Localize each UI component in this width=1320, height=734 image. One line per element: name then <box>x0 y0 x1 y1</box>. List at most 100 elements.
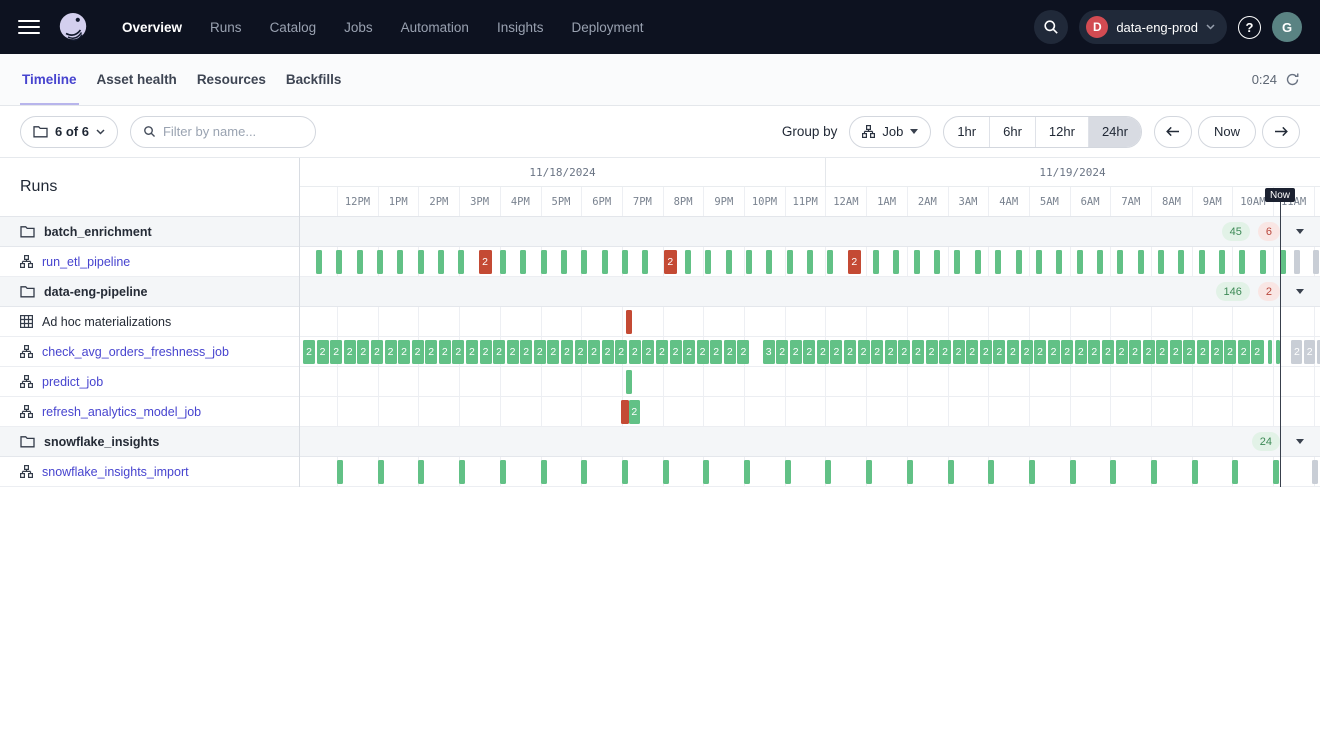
menu-icon[interactable] <box>18 20 40 34</box>
job-row-snowflake-insights-import[interactable]: snowflake_insights_import <box>0 457 299 487</box>
job-row-ad-hoc-materializations[interactable]: Ad hoc materializations <box>0 307 299 337</box>
run-bar-success[interactable] <box>907 460 913 484</box>
row-label[interactable]: snowflake_insights_import <box>42 465 189 479</box>
run-bar-success[interactable] <box>397 250 403 274</box>
run-bar-success[interactable]: 2 <box>439 340 451 364</box>
run-bar-success[interactable] <box>626 370 632 394</box>
run-bar-success[interactable]: 2 <box>642 340 654 364</box>
refresh-icon[interactable] <box>1285 72 1300 87</box>
group-row-data-eng-pipeline[interactable]: data-eng-pipeline <box>0 277 299 307</box>
run-bar-success[interactable]: 2 <box>615 340 627 364</box>
run-bar-success[interactable]: 2 <box>1224 340 1236 364</box>
run-bar-success[interactable] <box>378 460 384 484</box>
run-bar-success[interactable]: 2 <box>790 340 802 364</box>
run-bar-success[interactable]: 2 <box>398 340 410 364</box>
run-bar-queued[interactable] <box>1294 250 1300 274</box>
run-bar-success[interactable] <box>1097 250 1103 274</box>
run-bar-success[interactable]: 2 <box>980 340 992 364</box>
job-row-check-avg-orders-freshness-job[interactable]: check_avg_orders_freshness_job <box>0 337 299 367</box>
run-bar-success[interactable]: 2 <box>858 340 870 364</box>
row-label[interactable]: run_etl_pipeline <box>42 255 130 269</box>
run-bar-success[interactable]: 2 <box>1102 340 1114 364</box>
run-bar-success[interactable]: 2 <box>830 340 842 364</box>
run-bar-success[interactable] <box>642 250 648 274</box>
run-bar-failure[interactable]: 2 <box>848 250 861 274</box>
run-bar-success[interactable] <box>995 250 1001 274</box>
expand-caret-icon[interactable] <box>1296 289 1304 294</box>
run-bar-success[interactable] <box>975 250 981 274</box>
run-bar-success[interactable] <box>438 250 444 274</box>
run-bar-success[interactable]: 2 <box>1116 340 1128 364</box>
run-bar-success[interactable] <box>825 460 831 484</box>
run-bar-success[interactable] <box>866 460 872 484</box>
run-bar-success[interactable] <box>622 250 628 274</box>
run-bar-success[interactable]: 2 <box>480 340 492 364</box>
run-bar-success[interactable]: 2 <box>357 340 369 364</box>
run-bar-success[interactable]: 2 <box>534 340 546 364</box>
run-bar-success[interactable] <box>948 460 954 484</box>
run-bar-success[interactable]: 2 <box>602 340 614 364</box>
run-bar-success[interactable]: 2 <box>493 340 505 364</box>
run-bar-success[interactable] <box>1110 460 1116 484</box>
nav-item-jobs[interactable]: Jobs <box>330 20 387 35</box>
run-bar-success[interactable] <box>807 250 813 274</box>
run-bar-success[interactable] <box>1158 250 1164 274</box>
run-bar-success[interactable]: 2 <box>1034 340 1046 364</box>
run-bar-success[interactable]: 2 <box>1061 340 1073 364</box>
run-bar-success[interactable]: 2 <box>776 340 788 364</box>
run-bar-success[interactable] <box>766 250 772 274</box>
range-1hr[interactable]: 1hr <box>944 117 989 147</box>
group-by-select[interactable]: Job <box>849 116 931 148</box>
run-bar-success[interactable] <box>1260 340 1264 364</box>
run-bar-success[interactable]: 2 <box>1048 340 1060 364</box>
avatar[interactable]: G <box>1272 12 1302 42</box>
run-bar-failure[interactable] <box>626 310 632 334</box>
run-bar-success[interactable]: 2 <box>1156 340 1168 364</box>
nav-item-automation[interactable]: Automation <box>387 20 483 35</box>
run-bar-success[interactable]: 2 <box>1021 340 1033 364</box>
run-bar-success[interactable]: 2 <box>344 340 356 364</box>
run-bar-success[interactable] <box>561 250 567 274</box>
run-bar-success[interactable]: 2 <box>737 340 749 364</box>
run-bar-success[interactable]: 2 <box>547 340 559 364</box>
run-bar-success[interactable]: 2 <box>520 340 532 364</box>
run-bar-success[interactable] <box>785 460 791 484</box>
run-bar-success[interactable] <box>1232 460 1238 484</box>
run-bar-success[interactable] <box>988 460 994 484</box>
expand-caret-icon[interactable] <box>1296 439 1304 444</box>
run-bar-success[interactable]: 2 <box>844 340 856 364</box>
timeline-next-button[interactable] <box>1262 116 1300 148</box>
run-bar-success[interactable]: 2 <box>885 340 897 364</box>
run-bar-success[interactable]: 2 <box>724 340 736 364</box>
run-bar-success[interactable] <box>934 250 940 274</box>
run-bar-failure[interactable]: 2 <box>664 250 677 274</box>
run-bar-success[interactable] <box>1268 340 1272 364</box>
run-bar-success[interactable]: 2 <box>1238 340 1250 364</box>
run-bar-success[interactable]: 2 <box>588 340 600 364</box>
run-bar-success[interactable] <box>1199 250 1205 274</box>
run-bar-success[interactable] <box>1239 250 1245 274</box>
run-bar-success[interactable] <box>827 250 833 274</box>
job-row-run-etl-pipeline[interactable]: run_etl_pipeline <box>0 247 299 277</box>
tab-asset-health[interactable]: Asset health <box>95 54 179 105</box>
nav-item-overview[interactable]: Overview <box>108 20 196 35</box>
tab-timeline[interactable]: Timeline <box>20 54 79 105</box>
run-bar-success[interactable] <box>1138 250 1144 274</box>
run-bar-success[interactable] <box>458 250 464 274</box>
run-bar-success[interactable]: 2 <box>710 340 722 364</box>
run-bar-success[interactable] <box>459 460 465 484</box>
run-bar-success[interactable]: 2 <box>1211 340 1223 364</box>
run-bar-success[interactable] <box>1056 250 1062 274</box>
run-bar-success[interactable]: 2 <box>926 340 938 364</box>
run-bar-success[interactable] <box>726 250 732 274</box>
run-bar-success[interactable]: 2 <box>371 340 383 364</box>
run-bar-success[interactable]: 2 <box>507 340 519 364</box>
run-bar-success[interactable]: 2 <box>466 340 478 364</box>
run-bar-success[interactable]: 2 <box>303 340 315 364</box>
row-label[interactable]: predict_job <box>42 375 103 389</box>
run-bar-success[interactable]: 2 <box>966 340 978 364</box>
run-bar-success[interactable] <box>500 250 506 274</box>
run-bar-success[interactable] <box>1016 250 1022 274</box>
run-bar-success[interactable] <box>746 250 752 274</box>
job-row-predict-job[interactable]: predict_job <box>0 367 299 397</box>
